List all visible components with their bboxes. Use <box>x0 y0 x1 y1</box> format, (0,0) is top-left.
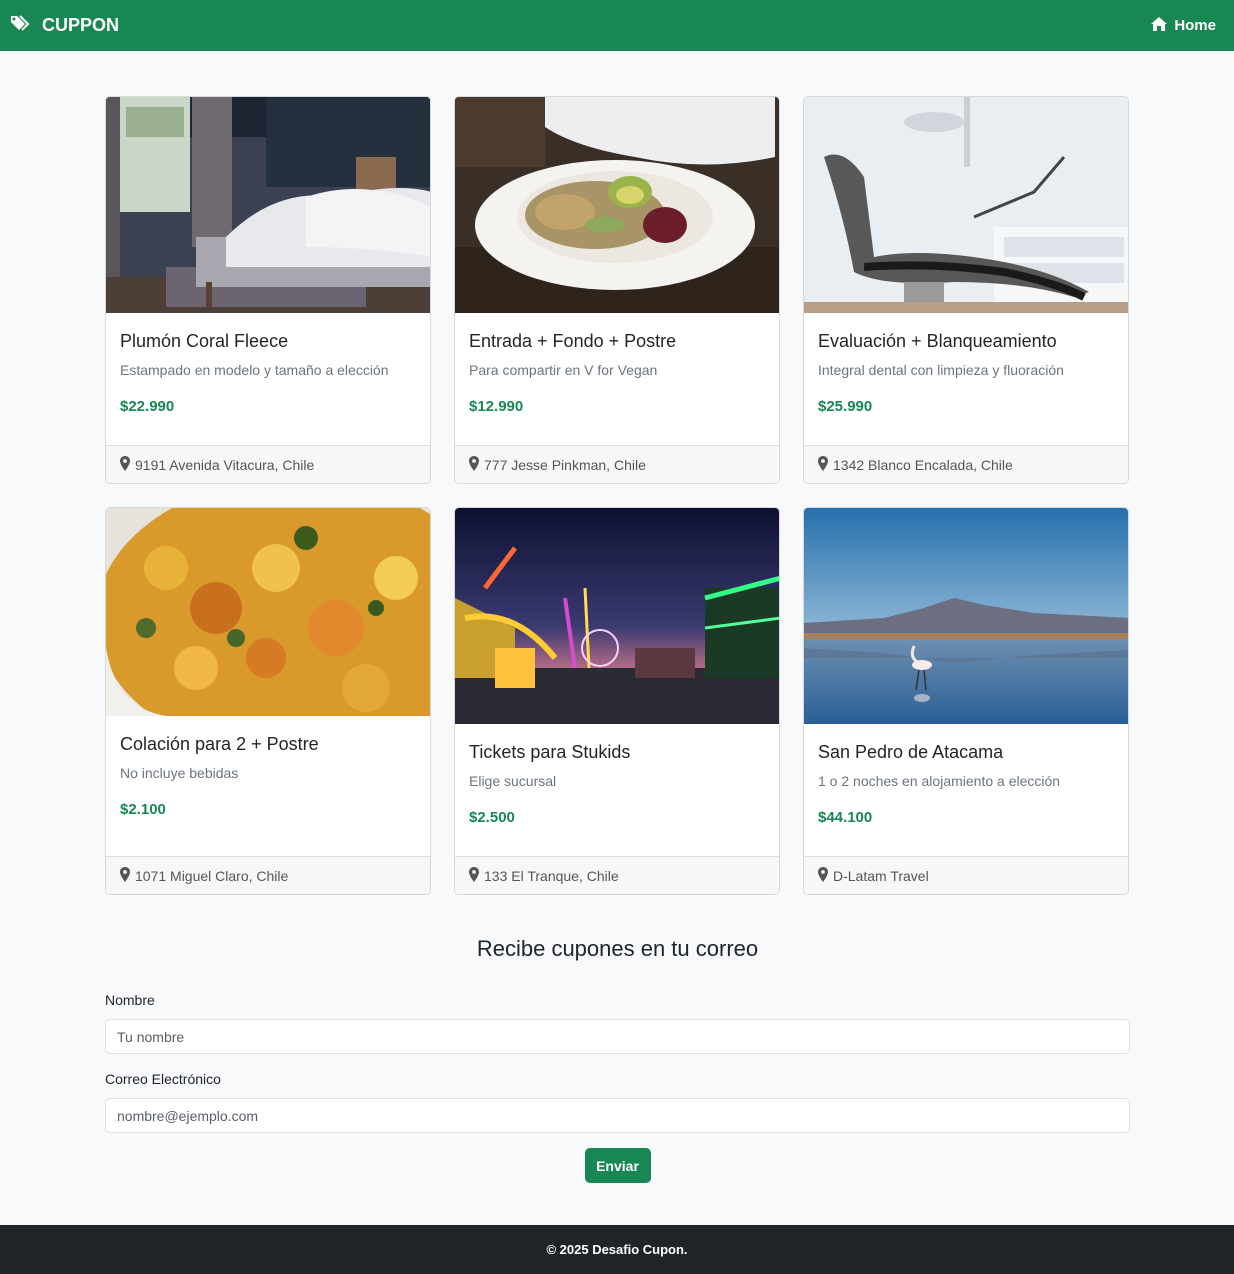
card-description: No incluye bebidas <box>120 765 239 781</box>
card-description: Elige sucursal <box>469 773 557 789</box>
card-footer: 1342 Blanco Encalada, Chile <box>804 445 1128 483</box>
coupon-card[interactable]: Colación para 2 + Postre No incluye bebi… <box>105 507 431 895</box>
card-description: Estampado en modelo y tamaño a elección <box>120 362 389 378</box>
card-footer: 9191 Avenida Vitacura, Chile <box>106 445 430 483</box>
home-link[interactable]: Home <box>1150 16 1216 36</box>
card-body: Colación para 2 + Postre No incluye bebi… <box>106 716 430 856</box>
email-input[interactable] <box>105 1098 1130 1133</box>
card-body: San Pedro de Atacama 1 o 2 noches en alo… <box>804 724 1128 856</box>
card-body: Plumón Coral Fleece Estampado en modelo … <box>106 313 430 445</box>
card-body: Evaluación + Blanqueamiento Integral den… <box>804 313 1128 445</box>
vegan-salad-photo <box>455 97 779 313</box>
brand[interactable]: CUPPON <box>10 14 119 37</box>
coupon-grid: Plumón Coral Fleece Estampado en modelo … <box>105 96 1130 895</box>
card-price: $44.100 <box>818 809 873 826</box>
card-price: $12.990 <box>469 398 524 415</box>
card-location: 777 Jesse Pinkman, Chile <box>484 456 646 473</box>
home-icon <box>1150 16 1168 36</box>
card-body: Entrada + Fondo + Postre Para compartir … <box>455 313 779 445</box>
card-title: Plumón Coral Fleece <box>120 331 289 351</box>
tags-icon <box>10 14 32 37</box>
coupon-card[interactable]: Entrada + Fondo + Postre Para compartir … <box>454 96 780 484</box>
card-body: Tickets para Stukids Elige sucursal $2.5… <box>455 724 779 856</box>
navbar: CUPPON Home <box>0 0 1234 51</box>
map-marker-icon <box>120 455 130 474</box>
amusement-park-photo <box>455 508 779 724</box>
card-footer: D-Latam Travel <box>804 856 1128 894</box>
footer-text: © 2025 Desafio Cupon. <box>546 1242 688 1257</box>
map-marker-icon <box>120 866 130 885</box>
card-price: $2.500 <box>469 809 515 826</box>
card-price: $22.990 <box>120 398 175 415</box>
coupon-card[interactable]: Evaluación + Blanqueamiento Integral den… <box>803 96 1129 484</box>
card-footer: 1071 Miguel Claro, Chile <box>106 856 430 894</box>
name-input[interactable] <box>105 1019 1130 1054</box>
card-location: 1071 Miguel Claro, Chile <box>135 867 289 884</box>
card-location: 9191 Avenida Vitacura, Chile <box>135 456 315 473</box>
coupon-card[interactable]: Plumón Coral Fleece Estampado en modelo … <box>105 96 431 484</box>
submit-button[interactable]: Enviar <box>584 1148 651 1183</box>
card-location: 133 El Tranque, Chile <box>484 867 619 884</box>
coupon-card[interactable]: Tickets para Stukids Elige sucursal $2.5… <box>454 507 780 895</box>
map-marker-icon <box>469 866 479 885</box>
coupon-card[interactable]: San Pedro de Atacama 1 o 2 noches en alo… <box>803 507 1129 895</box>
bedroom-photo <box>106 97 430 313</box>
card-title: Colación para 2 + Postre <box>120 734 319 754</box>
dental-chair-photo <box>804 97 1128 313</box>
card-description: Integral dental con limpieza y fluoració… <box>818 362 1064 378</box>
home-label: Home <box>1174 17 1216 34</box>
card-location: 1342 Blanco Encalada, Chile <box>833 456 1013 473</box>
card-description: Para compartir en V for Vegan <box>469 362 658 378</box>
card-title: San Pedro de Atacama <box>818 742 1004 762</box>
card-price: $25.990 <box>818 398 873 415</box>
map-marker-icon <box>818 455 828 474</box>
food-dish-photo <box>106 508 430 716</box>
subscribe-form: Recibe cupones en tu correo Nombre Corre… <box>105 936 1130 1183</box>
card-description: 1 o 2 noches en alojamiento a elección <box>818 773 1061 789</box>
form-title: Recibe cupones en tu correo <box>476 936 759 961</box>
brand-name: CUPPON <box>42 15 120 35</box>
card-title: Entrada + Fondo + Postre <box>469 331 677 351</box>
name-label: Nombre <box>105 992 155 1008</box>
page-footer: © 2025 Desafio Cupon. <box>0 1225 1234 1274</box>
card-footer: 777 Jesse Pinkman, Chile <box>455 445 779 483</box>
card-title: Tickets para Stukids <box>469 742 631 762</box>
map-marker-icon <box>818 866 828 885</box>
card-footer: 133 El Tranque, Chile <box>455 856 779 894</box>
card-location: D-Latam Travel <box>833 867 929 884</box>
card-title: Evaluación + Blanqueamiento <box>818 331 1057 351</box>
flamingo-lagoon-photo <box>804 508 1128 724</box>
email-label: Correo Electrónico <box>105 1071 221 1087</box>
card-price: $2.100 <box>120 801 166 818</box>
map-marker-icon <box>469 455 479 474</box>
